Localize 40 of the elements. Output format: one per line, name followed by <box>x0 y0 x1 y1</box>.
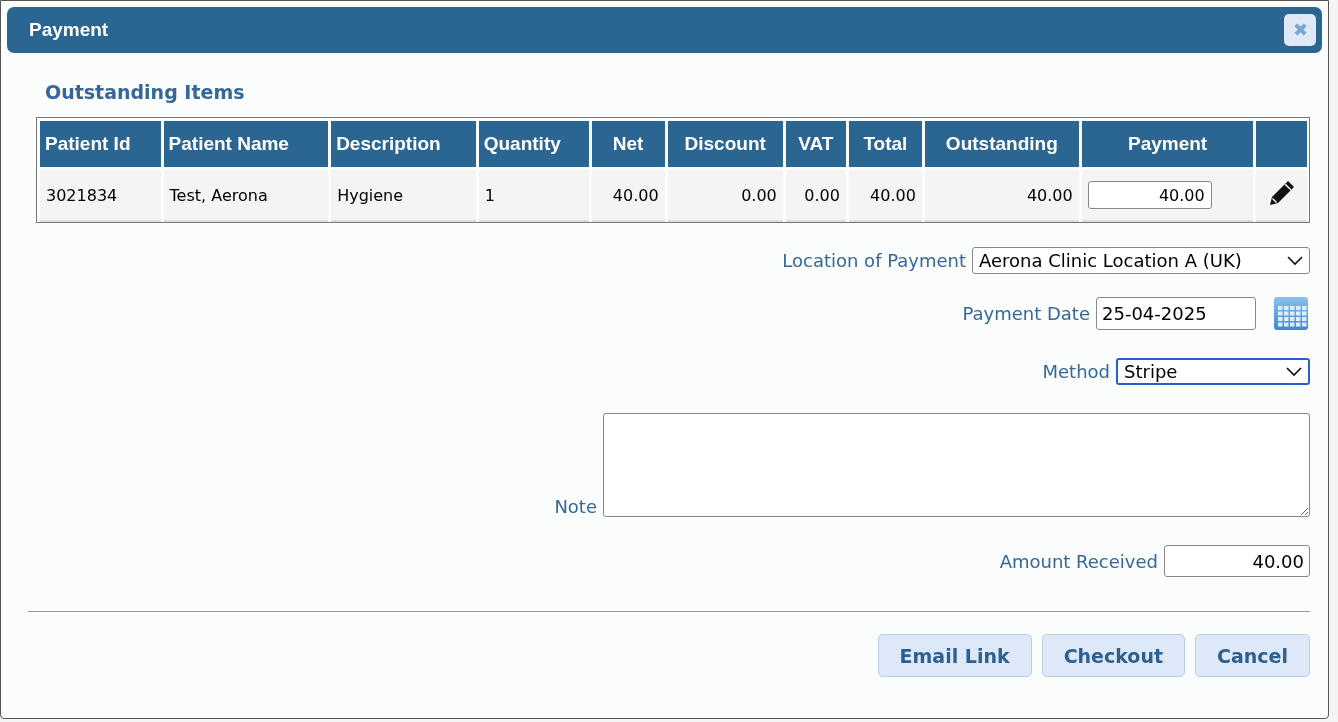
date-input[interactable]: 25-04-2025 <box>1096 296 1256 330</box>
table-cell: 0.00 <box>785 170 846 222</box>
table-cell: Hygiene <box>331 170 476 222</box>
chevron-icon <box>1286 366 1302 377</box>
table-cell: 40.00 <box>848 170 922 222</box>
column-header: Description <box>331 121 476 167</box>
dialog-title: Payment <box>29 19 109 41</box>
table-cell: 40.00 <box>591 170 665 222</box>
column-header: Net <box>591 121 665 167</box>
table-cell: 3021834 <box>40 170 161 222</box>
column-header: Quantity <box>478 121 589 167</box>
payment-input[interactable]: 40.00 <box>1087 181 1212 209</box>
column-header: VAT <box>785 121 846 167</box>
calendar-icon[interactable] <box>1272 294 1310 332</box>
field-label: Amount Received <box>999 550 1158 572</box>
chevron-icon <box>1287 255 1303 266</box>
dropdown-field[interactable]: Aerona Clinic Location A (UK) <box>972 247 1310 274</box>
column-header: Payment <box>1081 121 1254 167</box>
field-label: Location of Payment <box>782 250 966 271</box>
column-header: Patient Id <box>40 121 161 167</box>
column-header: Patient Name <box>163 121 329 167</box>
field-label: Method <box>1042 361 1110 382</box>
section-title: Outstanding Items <box>45 81 246 103</box>
action-button[interactable]: Cancel <box>1195 634 1310 677</box>
table-cell: 40.00 <box>924 170 1079 222</box>
column-header: Outstanding <box>924 121 1079 167</box>
column-header <box>1256 121 1307 167</box>
action-button[interactable]: Email Link <box>877 634 1032 677</box>
table-cell: Test, Aerona <box>163 170 329 222</box>
column-header: Total <box>848 121 922 167</box>
field-label: Payment Date <box>962 302 1090 324</box>
action-button[interactable]: Checkout <box>1041 634 1186 677</box>
amount-input[interactable]: 40.00 <box>1164 545 1310 577</box>
table-cell: 1 <box>478 170 589 222</box>
column-header: Discount <box>667 121 783 167</box>
dropdown-field[interactable]: Stripe <box>1116 358 1310 385</box>
field-label: Note <box>554 496 597 517</box>
table-cell: 0.00 <box>667 170 783 222</box>
pencil-icon[interactable] <box>1267 179 1296 207</box>
note-textarea[interactable] <box>603 413 1310 517</box>
